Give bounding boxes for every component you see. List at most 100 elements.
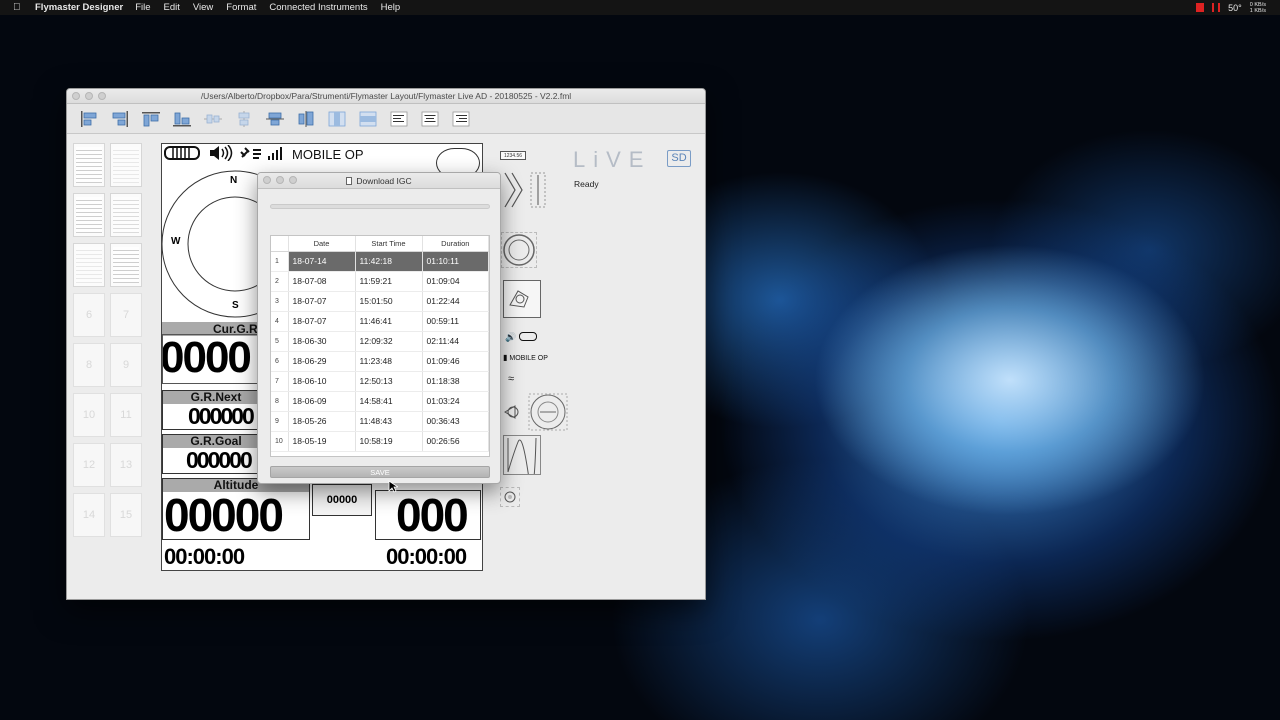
page-thumb-11[interactable]: 10 xyxy=(73,393,105,437)
start-time-cell: 15:01:50 xyxy=(355,291,423,312)
save-button[interactable]: SAVE xyxy=(270,466,490,478)
page-thumb-3[interactable] xyxy=(73,193,105,237)
menu-help[interactable]: Help xyxy=(381,2,401,13)
start-time-cell: 12:09:32 xyxy=(355,331,423,352)
speaker-icon[interactable] xyxy=(208,144,234,164)
same-height-icon[interactable] xyxy=(356,108,379,130)
date-column-header[interactable]: Date xyxy=(288,236,356,252)
menu-connected-instruments[interactable]: Connected Instruments xyxy=(269,2,367,13)
menu-file[interactable]: File xyxy=(135,2,150,13)
table-row[interactable]: 5 18-06-30 12:09:32 02:11:44 xyxy=(271,331,489,352)
page-thumb-8[interactable]: 7 xyxy=(110,293,142,337)
duration-column-header[interactable]: Duration xyxy=(422,236,489,252)
page-thumb-1[interactable] xyxy=(73,143,105,187)
page-thumb-4[interactable] xyxy=(110,193,142,237)
duration-cell: 00:36:43 xyxy=(422,411,489,432)
dialog-minimize-button[interactable] xyxy=(276,176,284,184)
align-left-icon[interactable] xyxy=(77,108,100,130)
battery-icon[interactable] xyxy=(164,145,202,164)
table-row[interactable]: 6 18-06-29 11:23:48 01:09:46 xyxy=(271,351,489,372)
table-row[interactable]: 7 18-06-10 12:50:13 01:18:38 xyxy=(271,371,489,392)
text-center-icon[interactable] xyxy=(418,108,441,130)
row-number: 8 xyxy=(271,391,289,412)
temperature-readout[interactable]: 50° xyxy=(1228,3,1242,13)
side-mobile-operator[interactable]: ▮ MOBILE OP xyxy=(503,353,548,362)
time-right[interactable]: 00:00:00 xyxy=(386,544,467,570)
variometer-widget[interactable] xyxy=(503,393,569,431)
pause-status-icon[interactable] xyxy=(1212,3,1221,12)
start-time-cell: 11:42:18 xyxy=(355,251,423,272)
distribute-horizontal-icon[interactable] xyxy=(263,108,286,130)
side-icons[interactable]: 🔊 xyxy=(505,332,537,343)
menu-edit[interactable]: Edit xyxy=(164,2,180,13)
page-thumb-10[interactable]: 9 xyxy=(110,343,142,387)
dialog-zoom-button[interactable] xyxy=(289,176,297,184)
record-status-icon[interactable] xyxy=(1196,3,1205,12)
page-thumb-16[interactable]: 15 xyxy=(110,493,142,537)
table-row[interactable]: 2 18-07-08 11:59:21 01:09:04 xyxy=(271,271,489,292)
close-button[interactable] xyxy=(72,92,80,100)
right-value[interactable]: 000 xyxy=(396,490,469,540)
mobile-operator-label[interactable]: MOBILE OP xyxy=(292,147,364,162)
dialog-titlebar[interactable]: Download IGC xyxy=(258,173,500,189)
small-field[interactable]: 00000 xyxy=(312,484,372,516)
page-thumb-14[interactable]: 13 xyxy=(110,443,142,487)
text-right-icon[interactable] xyxy=(449,108,472,130)
sun-widget[interactable] xyxy=(500,487,520,507)
date-cell: 18-05-26 xyxy=(288,411,356,432)
signal-icon[interactable] xyxy=(268,146,286,163)
text-left-icon[interactable] xyxy=(387,108,410,130)
page-thumb-9[interactable]: 8 xyxy=(73,343,105,387)
page-thumb-12[interactable]: 11 xyxy=(110,393,142,437)
date-cell: 18-06-10 xyxy=(288,371,356,392)
menu-view[interactable]: View xyxy=(193,2,213,13)
start-time-column-header[interactable]: Start Time xyxy=(355,236,423,252)
zoom-button[interactable] xyxy=(98,92,106,100)
minimize-button[interactable] xyxy=(85,92,93,100)
ring-widget[interactable] xyxy=(501,232,537,268)
center-horizontal-icon[interactable] xyxy=(201,108,224,130)
graph-widget[interactable] xyxy=(503,435,541,487)
flights-table[interactable]: Date Start Time Duration 1 18-07-14 11:42:… xyxy=(270,235,490,457)
duration-cell: 02:11:44 xyxy=(422,331,489,352)
align-right-icon[interactable] xyxy=(108,108,131,130)
page-thumb-6[interactable] xyxy=(110,243,142,287)
align-top-icon[interactable] xyxy=(139,108,162,130)
table-row[interactable]: 3 18-07-07 15:01:50 01:22:44 xyxy=(271,291,489,312)
table-row[interactable]: 10 18-05-19 10:58:19 00:26:56 xyxy=(271,431,489,452)
page-thumb-13[interactable]: 12 xyxy=(73,443,105,487)
table-row[interactable]: 1 18-07-14 11:42:18 01:10:11 xyxy=(271,251,489,272)
date-cell: 18-07-07 xyxy=(288,291,356,312)
menu-format[interactable]: Format xyxy=(226,2,256,13)
table-row[interactable]: 9 18-05-26 11:48:43 00:36:43 xyxy=(271,411,489,432)
align-bottom-icon[interactable] xyxy=(170,108,193,130)
page-thumb-5[interactable] xyxy=(73,243,105,287)
page-thumb-7[interactable]: 6 xyxy=(73,293,105,337)
apple-menu-icon[interactable]:  xyxy=(13,2,25,13)
side-satellite-icon[interactable]: ≈ xyxy=(508,373,514,385)
arrow-widget[interactable] xyxy=(503,171,549,209)
dialog-close-button[interactable] xyxy=(263,176,271,184)
table-row[interactable]: 4 18-07-07 11:46:41 00:59:11 xyxy=(271,311,489,332)
document-icon xyxy=(346,177,353,185)
network-speed[interactable]: 0 KB/s 1 KB/s xyxy=(1250,2,1266,14)
page-thumb-15[interactable]: 14 xyxy=(73,493,105,537)
start-time-cell: 11:46:41 xyxy=(355,311,423,332)
distribute-vertical-icon[interactable] xyxy=(294,108,317,130)
center-vertical-icon[interactable] xyxy=(232,108,255,130)
table-header: Date Start Time Duration xyxy=(271,236,489,252)
table-row[interactable]: 8 18-06-09 14:58:41 01:03:24 xyxy=(271,391,489,412)
app-menu[interactable]: Flymaster Designer xyxy=(35,2,123,13)
time-left[interactable]: 00:00:00 xyxy=(164,544,245,570)
duration-cell: 01:09:04 xyxy=(422,271,489,292)
date-cell: 18-06-09 xyxy=(288,391,356,412)
numeric-widget[interactable]: 1234.56 xyxy=(500,151,526,160)
same-width-icon[interactable] xyxy=(325,108,348,130)
date-cell: 18-06-29 xyxy=(288,351,356,372)
row-number: 1 xyxy=(271,251,289,272)
duration-cell: 01:18:38 xyxy=(422,371,489,392)
satellite-icon[interactable] xyxy=(240,145,262,164)
page-thumb-2[interactable] xyxy=(110,143,142,187)
window-titlebar[interactable]: /Users/Alberto/Dropbox/Para/Strumenti/Fl… xyxy=(67,89,705,104)
glider-widget[interactable] xyxy=(503,280,541,318)
